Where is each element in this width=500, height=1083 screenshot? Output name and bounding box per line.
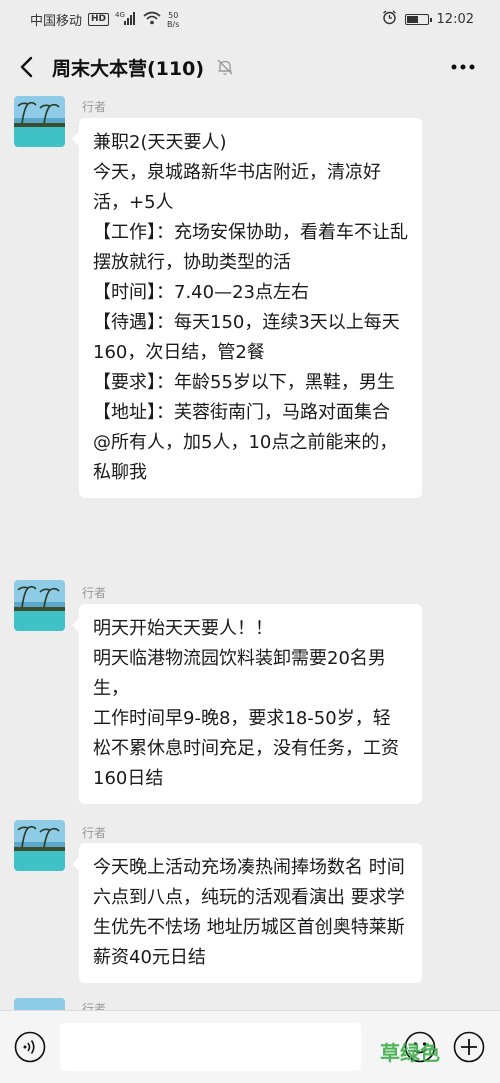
back-arrow-icon[interactable] <box>14 52 42 82</box>
avatar[interactable] <box>14 96 65 147</box>
message-input[interactable] <box>60 1023 361 1071</box>
signal-type-label: 4G <box>115 11 125 19</box>
sender-name: 行者 <box>82 586 107 600</box>
add-icon[interactable] <box>453 1031 485 1063</box>
status-left: 中国移动 HD 4G 50 B/s <box>30 10 179 30</box>
wifi-icon <box>143 11 161 29</box>
status-right: 12:02 <box>382 10 474 29</box>
watermark-label: 草绿色 <box>380 1041 440 1065</box>
more-dots-icon[interactable] <box>450 56 476 78</box>
sender-name: 行者 <box>82 1002 107 1010</box>
chat-header: 周末大本营(110) <box>0 38 500 96</box>
net-speed-unit: B/s <box>167 19 180 29</box>
net-speed-value: 50 <box>168 10 179 20</box>
hd-badge: HD <box>88 13 110 26</box>
message-item: 行者 <box>0 998 500 1010</box>
signal-icon: 4G <box>115 11 137 29</box>
alarm-icon <box>382 10 397 29</box>
carrier-label: 中国移动 <box>30 14 83 29</box>
mute-bell-icon <box>216 58 234 76</box>
sender-name: 行者 <box>82 826 107 840</box>
voice-icon[interactable] <box>14 1031 46 1063</box>
battery-icon <box>404 14 432 25</box>
input-bar: 草绿色 <box>0 1010 500 1083</box>
message-bubble[interactable]: 明天开始天天要人！！ 明天临港物流园饮料装卸需要20名男生， 工作时间早9-晚8… <box>72 604 422 804</box>
chat-title: 周末大本营(110) <box>52 58 205 80</box>
net-speed: 50 B/s <box>167 11 179 29</box>
battery-fill <box>406 16 418 23</box>
status-bar: 中国移动 HD 4G 50 B/s 12:02 <box>0 0 500 38</box>
message-bubble[interactable]: 兼职2(天天要人) 今天，泉城路新华书店附近，清凉好活，+5人 【工作】：充场安… <box>72 118 422 498</box>
message-bubble[interactable]: 今天晚上活动充场凑热闹捧场数名 时间六点到八点，纯玩的活观看演出 要求学生优先不… <box>72 843 422 983</box>
clock-label: 12:02 <box>436 12 474 27</box>
avatar[interactable] <box>14 820 65 871</box>
sender-name: 行者 <box>82 100 107 114</box>
avatar[interactable] <box>14 998 65 1010</box>
avatar[interactable] <box>14 580 65 631</box>
